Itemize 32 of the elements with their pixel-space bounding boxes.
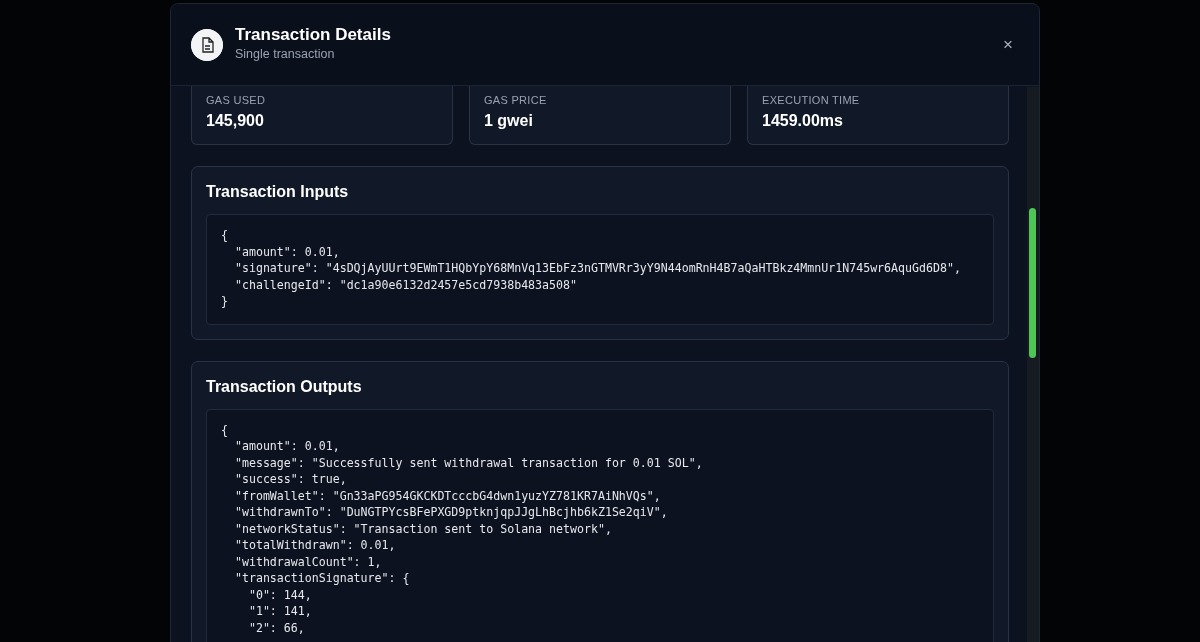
code-line: "message": "Successfully sent withdrawal transaction for 0.01 SOL",: [233, 454, 704, 471]
code-line: "totalWithdrawn": 0.01,: [233, 537, 397, 554]
code-line: "challengeId": "dc1a90e6132d2457e5cd7938b483a508": [233, 276, 578, 293]
code-line: }: [221, 293, 229, 310]
scrollbar[interactable]: [1027, 87, 1039, 642]
close-button[interactable]: ×: [999, 36, 1017, 53]
code-line: "withdrawalCount": 1,: [233, 553, 383, 570]
stat-value: 1459.00ms: [762, 111, 844, 130]
stat-label: GAS PRICE: [484, 94, 548, 107]
section-title: Transaction Inputs: [206, 182, 350, 201]
code-line: "amount": 0.01,: [233, 438, 341, 455]
document-icon: [191, 28, 223, 61]
code-line: "2": 66,: [247, 619, 306, 636]
code-line: "amount": 0.01,: [233, 243, 341, 260]
section-title: Transaction Outputs: [206, 376, 363, 396]
code-line: "1": 141,: [247, 603, 313, 620]
code-line: "signature": "4sDQjAyUUrt9EWmT1HQbYpY68MnVq13EbFz3nGTMVRr3yY9N44omRnH4B7aQaHTBkz4MmnUr1N745wr6AquGd6D8",: [233, 260, 962, 277]
stat-label: EXECUTION TIME: [762, 94, 861, 107]
code-line: {: [221, 421, 229, 438]
code-line: "transactionSignature": {: [233, 570, 411, 587]
code-line: {: [221, 227, 229, 244]
code-line: "0": 144,: [247, 586, 313, 603]
stat-value: 1 gwei: [484, 111, 534, 130]
modal-subtitle: Single transaction: [235, 46, 336, 64]
code-line: "success": true,: [233, 471, 348, 488]
modal-title: Transaction Details: [235, 24, 392, 46]
code-line: "fromWallet": "Gn33aPG954GKCKDTcccbG4dwn1yuzYZ781KR7AiNhVQs",: [233, 487, 662, 504]
code-line: "withdrawnTo": "DuNGTPYcsBFePXGD9ptknjqpJJgLhBcjhb6kZ1Se2qiV",: [233, 504, 669, 521]
stat-label: GAS USED: [206, 94, 267, 107]
code-line: "networkStatus": "Transaction sent to Solana network",: [233, 520, 613, 537]
stat-value: 145,900: [206, 111, 265, 130]
scrollbar-thumb[interactable]: [1029, 208, 1036, 358]
